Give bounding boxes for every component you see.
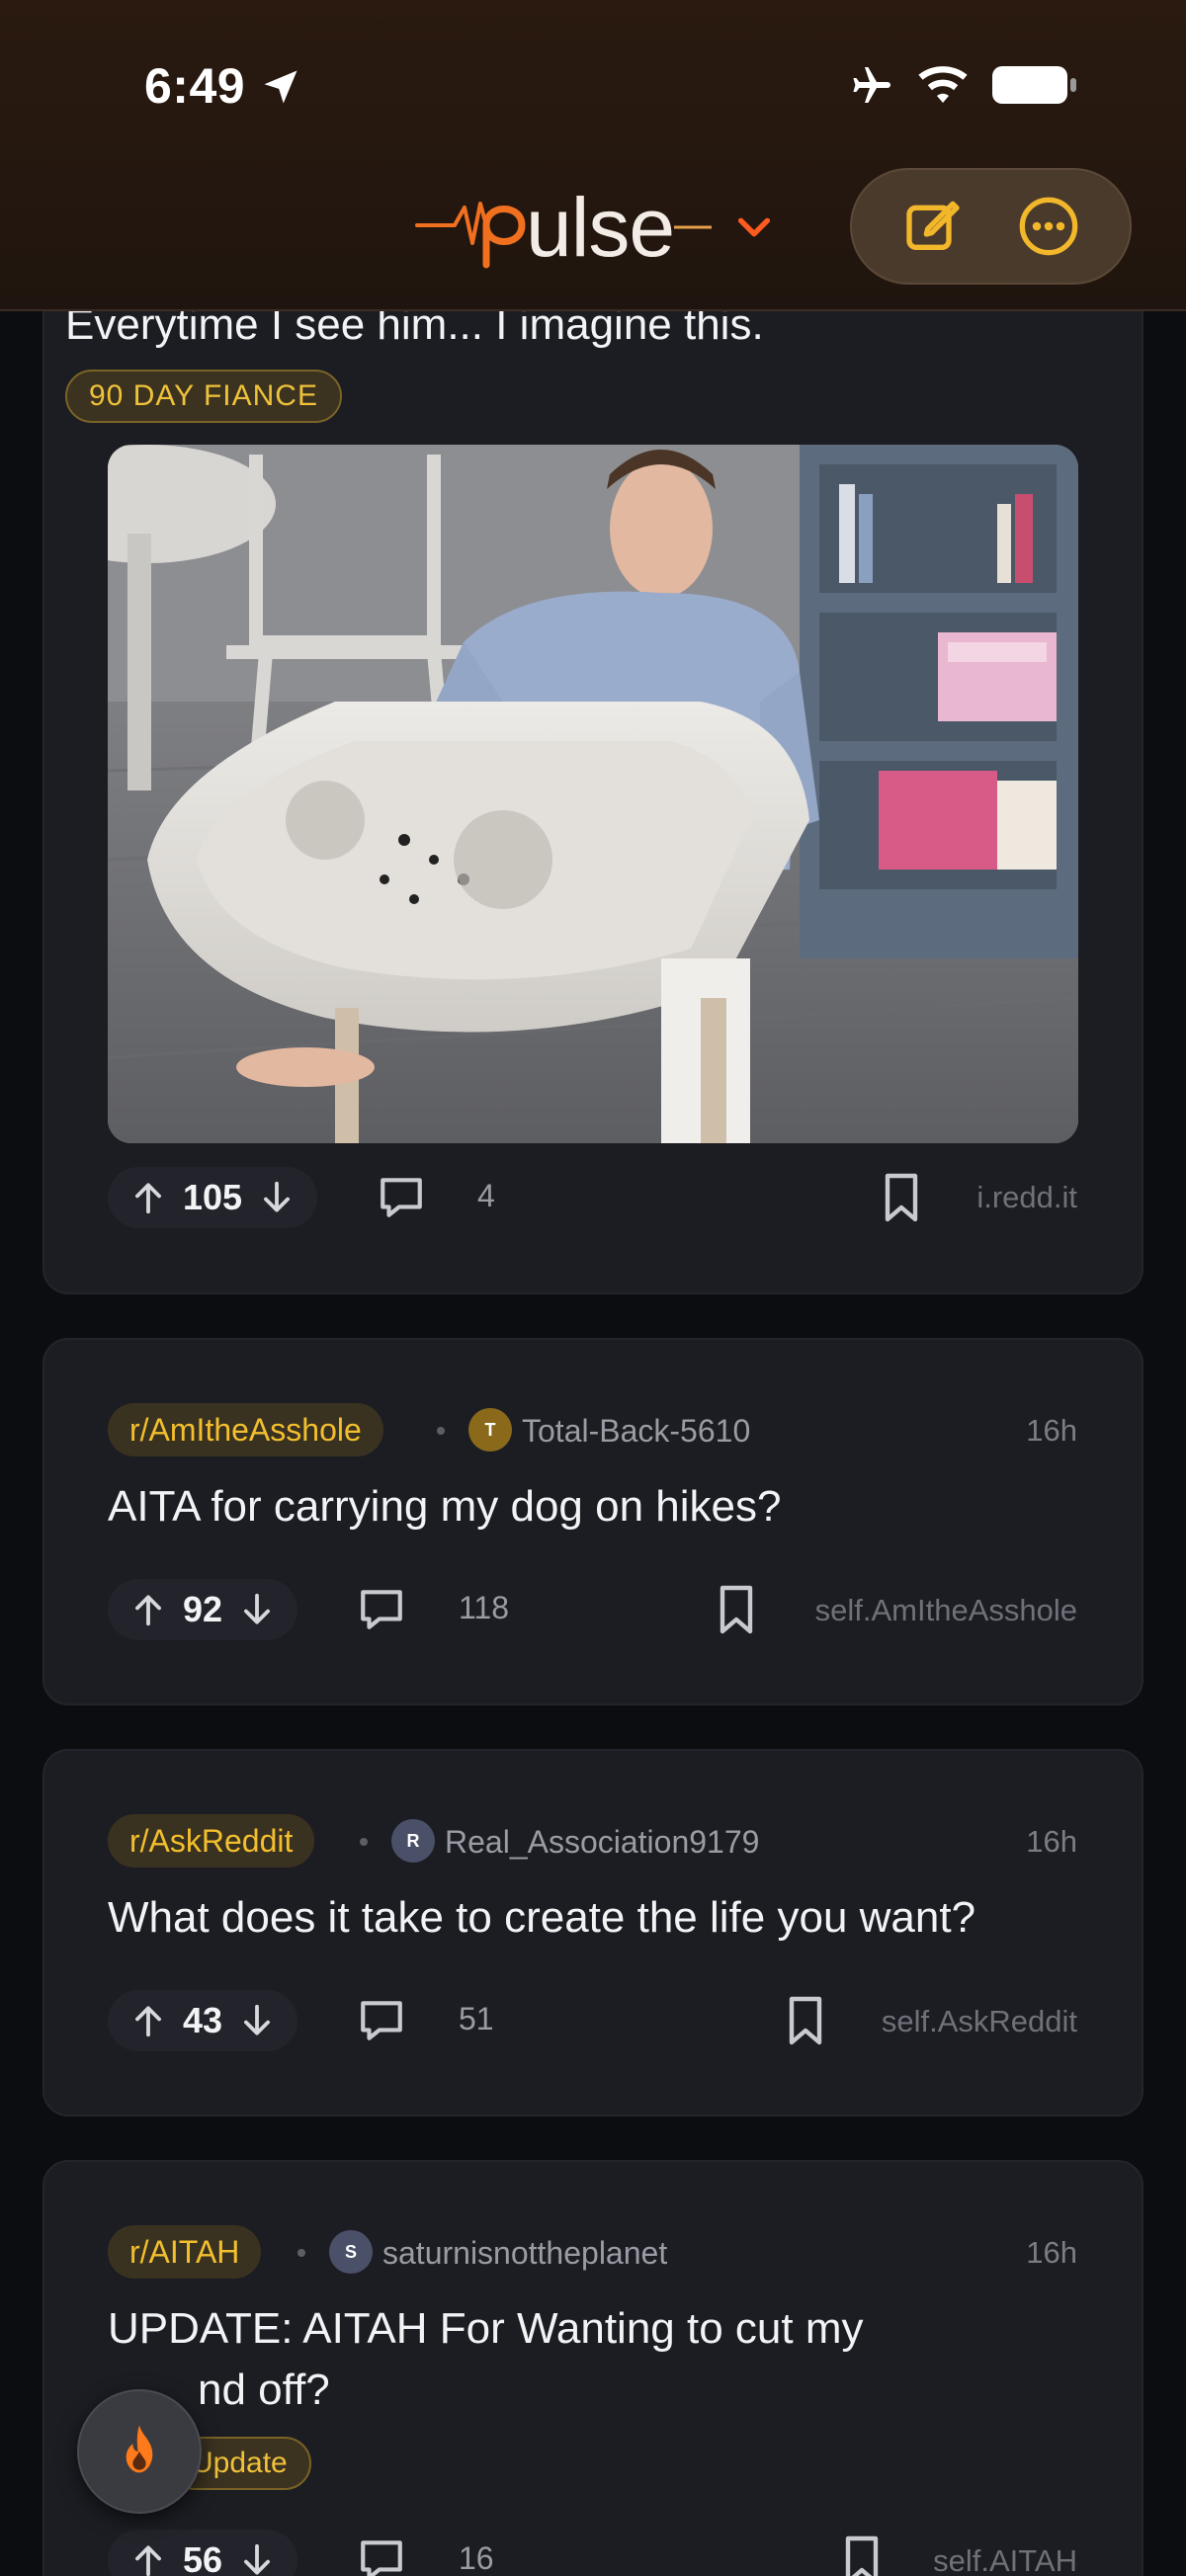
separator-dot — [297, 2249, 305, 2257]
comment-icon[interactable] — [357, 1584, 406, 1633]
comment-count: 16 — [459, 2540, 494, 2576]
avatar: R — [391, 1819, 435, 1863]
comment-icon[interactable] — [357, 1995, 406, 2044]
vote-control: 56 — [108, 2530, 298, 2576]
post-author[interactable]: Real_Association9179 — [445, 1824, 759, 1861]
pulse-wave-icon — [415, 202, 526, 269]
downvote-icon[interactable] — [238, 2541, 276, 2576]
upvote-icon[interactable] — [129, 1179, 167, 1216]
wifi-icon — [918, 66, 968, 103]
bookmark-icon[interactable] — [786, 1995, 825, 2046]
post-domain[interactable]: self.AmItheAsshole — [815, 1593, 1077, 1628]
upvote-icon[interactable] — [129, 1591, 167, 1628]
header-actions — [850, 168, 1132, 285]
app-logo-text: ulse — [526, 180, 675, 274]
avatar: S — [329, 2230, 373, 2274]
post-age: 16h — [1026, 1413, 1077, 1448]
status-time: 6:49 — [144, 58, 246, 114]
status-icons — [848, 61, 1077, 109]
post-title[interactable]: What does it take to create the life you… — [108, 1887, 975, 1949]
compose-icon[interactable] — [901, 195, 965, 258]
post-image[interactable] — [108, 445, 1078, 1143]
comment-icon[interactable] — [377, 1172, 426, 1221]
subreddit-pill[interactable]: r/AmItheAsshole — [108, 1403, 383, 1456]
location-arrow-icon — [264, 70, 297, 104]
subreddit-pill[interactable]: r/AskReddit — [108, 1814, 315, 1868]
post-author[interactable]: Total-Back-5610 — [522, 1413, 750, 1450]
app-header: 6:49 ulse — [0, 0, 1186, 311]
vote-score: 92 — [183, 1589, 223, 1629]
post-domain[interactable]: i.redd.it — [976, 1180, 1077, 1215]
separator-dot — [360, 1838, 368, 1846]
upvote-icon[interactable] — [129, 2002, 167, 2039]
downvote-icon[interactable] — [258, 1179, 296, 1216]
comment-icon[interactable] — [357, 2534, 406, 2576]
post-title[interactable]: UPDATE: AITAH For Wanting to cut my — [108, 2298, 863, 2360]
flame-icon — [126, 2425, 153, 2473]
vote-score: 105 — [183, 1177, 243, 1217]
airplane-icon — [853, 67, 890, 103]
post-title[interactable]: AITA for carrying my dog on hikes? — [108, 1476, 781, 1537]
app-logo[interactable]: ulse — [415, 178, 714, 277]
post-title-line2[interactable]: nd off? — [198, 2360, 330, 2421]
logo-tail-icon — [674, 225, 713, 229]
upvote-icon[interactable] — [129, 2541, 167, 2576]
post-domain[interactable]: self.AskReddit — [882, 2004, 1077, 2039]
avatar: T — [468, 1408, 512, 1452]
vote-control: 92 — [108, 1579, 298, 1640]
vote-score: 56 — [183, 2539, 223, 2576]
post-author[interactable]: saturnisnottheplanet — [382, 2235, 667, 2272]
bookmark-icon[interactable] — [882, 1172, 921, 1223]
comment-count: 51 — [459, 2001, 494, 2036]
post-domain[interactable]: self.AITAH — [933, 2543, 1077, 2576]
downvote-icon[interactable] — [238, 2002, 276, 2039]
battery-icon — [992, 66, 1076, 104]
vote-control: 43 — [108, 1990, 298, 2051]
more-options-icon[interactable] — [1017, 195, 1080, 258]
subreddit-pill[interactable]: r/AITAH — [108, 2225, 262, 2279]
post-age: 16h — [1026, 1824, 1077, 1859]
bookmark-icon[interactable] — [842, 2534, 882, 2576]
downvote-icon[interactable] — [238, 1591, 276, 1628]
separator-dot — [437, 1427, 445, 1435]
chevron-down-icon[interactable] — [731, 204, 777, 249]
comment-count: 4 — [477, 1178, 495, 1213]
post-flair: 90 DAY FIANCE — [65, 370, 342, 423]
vote-score: 43 — [183, 2000, 223, 2040]
vote-control: 105 — [108, 1167, 318, 1228]
post-age: 16h — [1026, 2235, 1077, 2270]
bookmark-icon[interactable] — [717, 1584, 756, 1635]
comment-count: 118 — [459, 1590, 510, 1625]
hot-sort-button[interactable] — [77, 2389, 202, 2514]
